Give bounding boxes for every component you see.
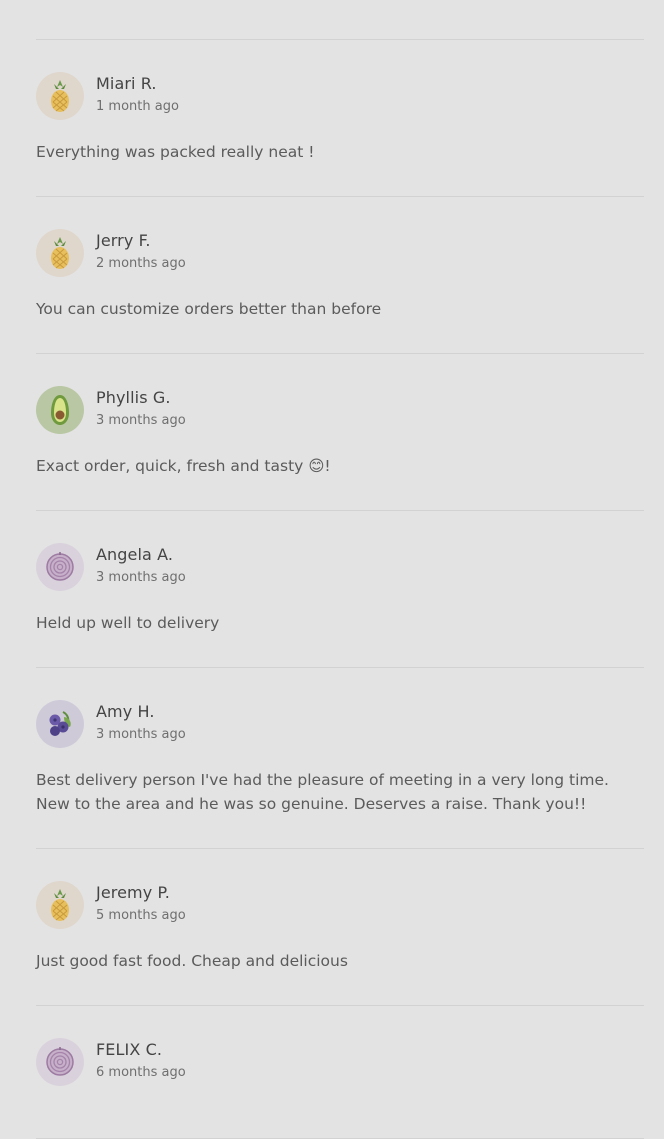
review-item: Miari R. 1 month ago Everything was pack… [36, 40, 644, 197]
review-time: 5 months ago [96, 908, 186, 923]
avatar [36, 72, 84, 120]
review-header: Angela A. 3 months ago [36, 543, 644, 591]
reviewer-name: FELIX C. [96, 1040, 163, 1059]
pineapple-icon [51, 237, 69, 269]
reviews-page: Miari R. 1 month ago Everything was pack… [0, 0, 664, 1139]
review-text: Best delivery person I've had the pleasu… [36, 771, 609, 813]
review-header: Jeremy P. 5 months ago [36, 881, 644, 929]
review-time: 3 months ago [96, 570, 186, 585]
review-text: Just good fast food. Cheap and delicious [36, 952, 348, 970]
divider [36, 0, 644, 40]
onion-icon [46, 1047, 74, 1076]
review-item: Angela A. 3 months ago Held up well to d… [36, 511, 644, 668]
review-time: 3 months ago [96, 727, 186, 742]
review-item: Phyllis G. 3 months ago Exact order, qui… [36, 354, 644, 511]
pineapple-icon [51, 80, 69, 112]
avatar [36, 229, 84, 277]
review-item: Amy H. 3 months ago Best delivery person… [36, 668, 644, 849]
reviewer-name: Miari R. [96, 74, 157, 93]
review-item: Jerry F. 2 months ago You can customize … [36, 197, 644, 354]
review-item: FELIX C. 6 months ago [36, 1006, 644, 1139]
reviewer-name: Jerry F. [96, 231, 151, 250]
review-time: 2 months ago [96, 256, 186, 271]
review-header: Phyllis G. 3 months ago [36, 386, 644, 434]
blueberry-icon [49, 711, 71, 736]
review-time: 6 months ago [96, 1065, 186, 1080]
avatar [36, 700, 84, 748]
review-header: Amy H. 3 months ago [36, 700, 644, 748]
review-text: Held up well to delivery [36, 614, 220, 632]
review-header: FELIX C. 6 months ago [36, 1038, 644, 1086]
review-time: 3 months ago [96, 413, 186, 428]
review-list: Miari R. 1 month ago Everything was pack… [36, 0, 644, 1139]
review-item: Jeremy P. 5 months ago Just good fast fo… [36, 849, 644, 1006]
avatar [36, 543, 84, 591]
review-text: Everything was packed really neat ! [36, 143, 315, 161]
avatar [36, 386, 84, 434]
review-text: Exact order, quick, fresh and tasty 😊! [36, 457, 331, 475]
reviewer-name: Angela A. [96, 545, 174, 564]
reviewer-name: Amy H. [96, 702, 155, 721]
avatar [36, 881, 84, 929]
onion-icon [46, 552, 74, 581]
review-time: 1 month ago [96, 99, 179, 114]
review-text: You can customize orders better than bef… [36, 300, 382, 318]
reviewer-name: Phyllis G. [96, 388, 171, 407]
avatar [36, 1038, 84, 1086]
reviewer-name: Jeremy P. [96, 883, 170, 902]
review-header: Miari R. 1 month ago [36, 72, 644, 120]
review-header: Jerry F. 2 months ago [36, 229, 644, 277]
pineapple-icon [51, 889, 69, 921]
avocado-icon [51, 395, 69, 425]
